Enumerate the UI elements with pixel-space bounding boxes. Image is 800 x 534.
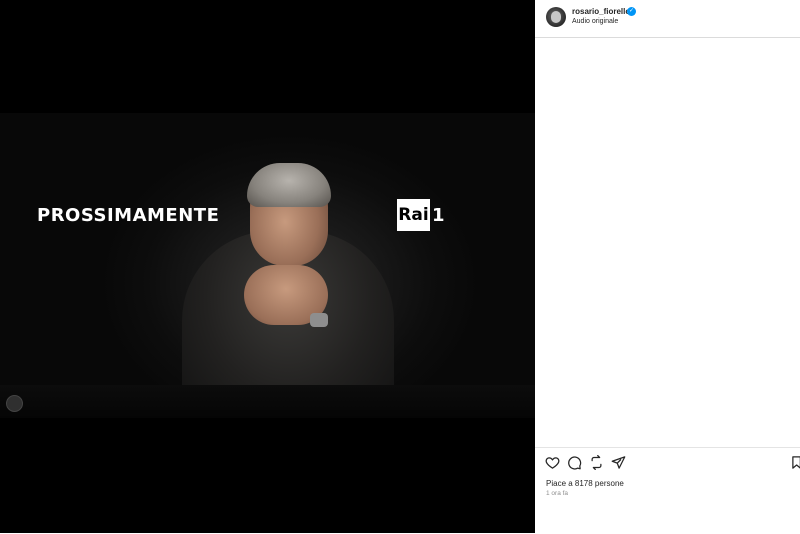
username-link[interactable]: rosario_fiorello <box>572 7 630 16</box>
rai-logo-box: Rai <box>397 199 430 231</box>
audio-link[interactable]: Audio originale <box>572 18 618 25</box>
promo-overlay-text: PROSSIMAMENTE <box>37 205 220 226</box>
post-media[interactable]: PROSSIMAMENTE Rai 1 <box>0 0 535 533</box>
post-timestamp[interactable]: 1 ora fa <box>546 490 568 497</box>
share-icon[interactable] <box>589 455 604 470</box>
verified-badge-icon: ✓ <box>627 7 636 16</box>
heart-icon[interactable] <box>545 455 560 470</box>
avatar[interactable] <box>546 7 566 27</box>
table-surface <box>0 385 535 418</box>
rai-logo-number: 1 <box>432 204 445 226</box>
post-header: rosario_fiorello ✓ Audio originale <box>535 0 800 38</box>
post-actions: Piace a 8178 persone 1 ora fa <box>535 447 800 534</box>
video-frame[interactable] <box>0 113 535 418</box>
media-indicator <box>6 395 23 412</box>
wristwatch <box>310 313 328 327</box>
likes-count[interactable]: Piace a 8178 persone <box>546 479 624 488</box>
avatar-face <box>551 11 561 23</box>
person-hair <box>247 163 331 207</box>
bookmark-icon[interactable] <box>791 455 800 470</box>
rai1-logo: Rai 1 <box>397 199 445 231</box>
comment-icon[interactable] <box>567 455 582 470</box>
post-side-panel: rosario_fiorello ✓ Audio originale Piace… <box>535 0 800 533</box>
send-icon[interactable] <box>611 455 626 470</box>
